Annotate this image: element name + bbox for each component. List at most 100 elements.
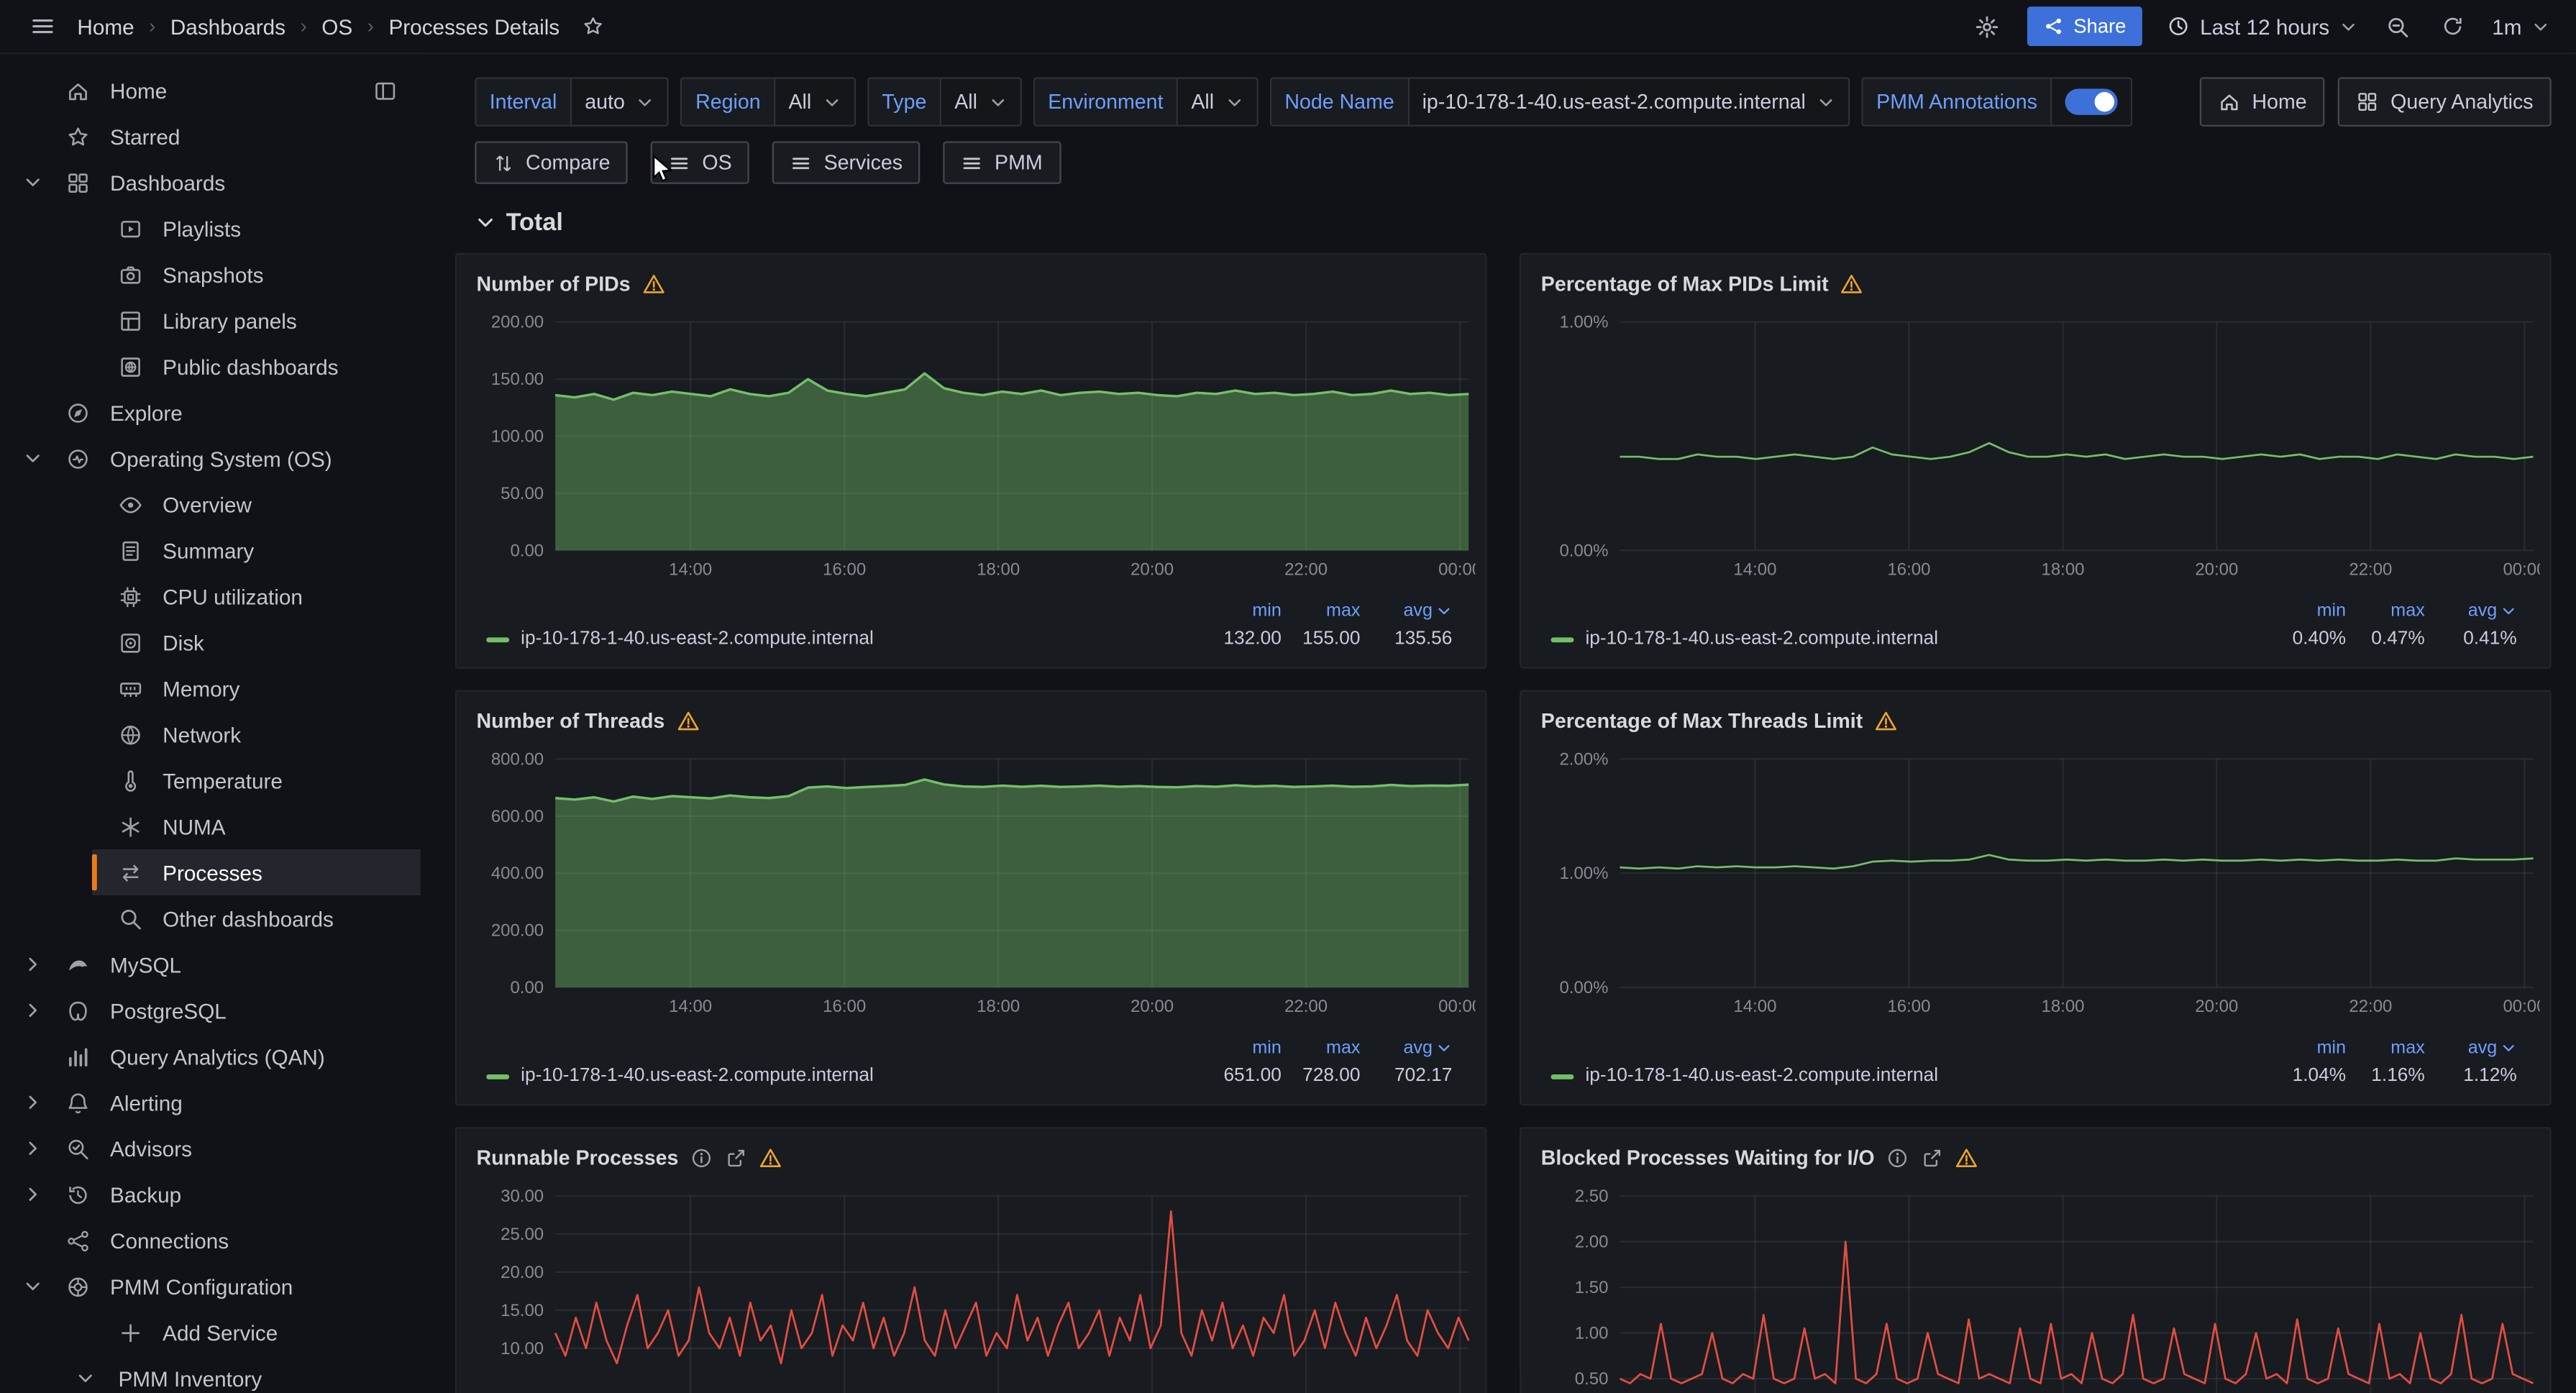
sidebar-item-disk[interactable]: Disk <box>0 619 421 665</box>
info-icon[interactable] <box>1886 1147 1909 1170</box>
filter-value-dropdown[interactable]: All <box>940 77 1022 127</box>
sidebar-item-add-service[interactable]: Add Service <box>0 1310 421 1356</box>
chart-plot[interactable]: 1.00%0.00%14:0016:0018:0020:0022:0000:00 <box>1535 309 2540 588</box>
breadcrumb-home[interactable]: Home <box>77 14 134 38</box>
legend-sort-min[interactable]: min <box>1202 600 1282 620</box>
sidebar-item-advisors[interactable]: Advisors <box>0 1125 421 1172</box>
sidebar-item-query-analytics-qan[interactable]: Query Analytics (QAN) <box>0 1033 421 1079</box>
filter-value-dropdown[interactable]: ip-10-178-1-40.us-east-2.compute.interna… <box>1407 77 1850 127</box>
legend-series-row[interactable]: ip-10-178-1-40.us-east-2.compute.interna… <box>486 623 1452 656</box>
sidebar-item-memory[interactable]: Memory <box>0 665 421 711</box>
chart-plot[interactable]: 200.00150.00100.0050.000.0014:0016:0018:… <box>470 309 1475 588</box>
panel-header[interactable]: Percentage of Max Threads Limit <box>1535 703 2536 739</box>
zoom-out-time-button[interactable] <box>2382 11 2413 42</box>
filter-value-dropdown[interactable]: All <box>1177 77 1259 127</box>
warning-icon[interactable] <box>1874 710 1897 733</box>
breadcrumb-os[interactable]: OS <box>321 14 352 38</box>
sidebar-item-temperature[interactable]: Temperature <box>0 757 421 803</box>
external-link-icon[interactable] <box>724 1147 747 1170</box>
warning-icon[interactable] <box>759 1147 782 1170</box>
warning-icon[interactable] <box>1955 1147 1978 1170</box>
sidebar-item-pmm-inventory[interactable]: PMM Inventory <box>0 1356 421 1393</box>
query-analytics-button[interactable]: Query Analytics <box>2338 77 2552 127</box>
chart-plot[interactable]: 800.00600.00400.00200.000.0014:0016:0018… <box>470 746 1475 1025</box>
sidebar-item-other-dashboards[interactable]: Other dashboards <box>0 895 421 941</box>
panel-header[interactable]: Blocked Processes Waiting for I/O <box>1535 1140 2536 1176</box>
legend-series-row[interactable]: ip-10-178-1-40.us-east-2.compute.interna… <box>1550 1059 2516 1092</box>
sidebar-item-mysql[interactable]: MySQL <box>0 941 421 987</box>
warning-icon[interactable] <box>1840 273 1863 296</box>
services-link-button[interactable]: Services <box>773 141 921 183</box>
section-header-total[interactable]: Total <box>475 209 2551 237</box>
sidebar-item-overview[interactable]: Overview <box>0 481 421 527</box>
legend-series-row[interactable]: ip-10-178-1-40.us-east-2.compute.interna… <box>1550 623 2516 656</box>
breadcrumb-dashboards[interactable]: Dashboards <box>170 14 286 38</box>
warning-icon[interactable] <box>676 710 699 733</box>
filter-value-dropdown[interactable]: auto <box>570 77 670 127</box>
chart-plot[interactable]: 2.00%1.00%0.00%14:0016:0018:0020:0022:00… <box>1535 746 2540 1025</box>
legend-sort-max[interactable]: max <box>1282 1038 1361 1057</box>
sidebar-item-network[interactable]: Network <box>0 711 421 757</box>
sidebar-item-public-dashboards[interactable]: Public dashboards <box>0 343 421 389</box>
sidebar-item-alerting[interactable]: Alerting <box>0 1079 421 1125</box>
external-link-icon[interactable] <box>1921 1147 1944 1170</box>
legend-series-name[interactable]: ip-10-178-1-40.us-east-2.compute.interna… <box>486 1067 1202 1086</box>
menu-toggle-button[interactable] <box>27 10 60 43</box>
os-link-button[interactable]: OS <box>652 141 750 183</box>
sidebar-item-home[interactable]: Home <box>0 68 421 114</box>
legend-sort-max[interactable]: max <box>2346 600 2425 620</box>
filter-value-dropdown[interactable]: All <box>774 77 856 127</box>
info-icon[interactable] <box>690 1147 713 1170</box>
warning-icon[interactable] <box>642 273 665 296</box>
sidebar-item-dashboards[interactable]: Dashboards <box>0 160 421 206</box>
sidebar-item-explore[interactable]: Explore <box>0 389 421 435</box>
sidebar-item-cpu-utilization[interactable]: CPU utilization <box>0 573 421 619</box>
legend-sort-min[interactable]: min <box>1202 1038 1282 1057</box>
panel-header[interactable]: Percentage of Max PIDs Limit <box>1535 266 2536 302</box>
sidebar-item-processes[interactable]: Processes <box>0 849 421 895</box>
pmm-link-button[interactable]: PMM <box>944 141 1061 183</box>
legend-series-name[interactable]: ip-10-178-1-40.us-east-2.compute.interna… <box>1550 1067 2267 1086</box>
breadcrumb-processes-details[interactable]: Processes Details <box>388 14 559 38</box>
chart-plot[interactable]: 2.502.001.501.000.5014:0016:0018:0020:00… <box>1535 1183 2540 1393</box>
sidebar-item-operating-system-os[interactable]: Operating System (OS) <box>0 435 421 481</box>
legend-sort-avg[interactable]: avg <box>2425 600 2517 620</box>
svg-text:30.00: 30.00 <box>501 1187 544 1206</box>
sidebar-item-summary[interactable]: Summary <box>0 527 421 573</box>
panel-header[interactable]: Number of PIDs <box>470 266 1471 302</box>
legend-sort-min[interactable]: min <box>2267 1038 2346 1057</box>
legend-sort-min[interactable]: min <box>2267 600 2346 620</box>
sidebar-item-label: CPU utilization <box>163 584 303 608</box>
refresh-interval-picker[interactable]: 1m <box>2492 14 2549 38</box>
legend-sort-avg[interactable]: avg <box>2425 1038 2517 1057</box>
compare-link-button[interactable]: Compare <box>475 141 628 183</box>
home-button[interactable]: Home <box>2199 77 2324 127</box>
time-range-picker[interactable]: Last 12 hours <box>2167 14 2357 38</box>
legend-sort-max[interactable]: max <box>1282 600 1361 620</box>
panel-header[interactable]: Runnable Processes <box>470 1140 1471 1176</box>
sidebar-item-postgresql[interactable]: PostgreSQL <box>0 987 421 1033</box>
sidebar-item-backup[interactable]: Backup <box>0 1172 421 1218</box>
legend-series-name[interactable]: ip-10-178-1-40.us-east-2.compute.interna… <box>1550 629 2267 649</box>
annotations-toggle[interactable] <box>2065 88 2118 115</box>
sidebar-item-starred[interactable]: Starred <box>0 114 421 160</box>
favorite-star-icon[interactable] <box>577 12 607 41</box>
legend-sort-avg[interactable]: avg <box>1360 600 1452 620</box>
bell-icon <box>65 1090 90 1115</box>
refresh-button[interactable] <box>2438 12 2467 41</box>
dock-icon[interactable] <box>373 78 398 103</box>
panel-header[interactable]: Number of Threads <box>470 703 1471 739</box>
sidebar-item-pmm-configuration[interactable]: PMM Configuration <box>0 1264 421 1310</box>
chart-plot[interactable]: 30.0025.0020.0015.0010.0014:0016:0018:00… <box>470 1183 1475 1393</box>
sidebar-item-playlists[interactable]: Playlists <box>0 206 421 252</box>
legend-sort-max[interactable]: max <box>2346 1038 2425 1057</box>
sidebar-item-numa[interactable]: NUMA <box>0 803 421 849</box>
sidebar-item-connections[interactable]: Connections <box>0 1218 421 1264</box>
sidebar-item-library-panels[interactable]: Library panels <box>0 297 421 343</box>
sidebar-item-snapshots[interactable]: Snapshots <box>0 252 421 298</box>
legend-sort-avg[interactable]: avg <box>1360 1038 1452 1057</box>
share-button[interactable]: Share <box>2027 6 2142 46</box>
legend-series-row[interactable]: ip-10-178-1-40.us-east-2.compute.interna… <box>486 1059 1452 1092</box>
dashboard-settings-button[interactable] <box>1972 11 2003 42</box>
legend-series-name[interactable]: ip-10-178-1-40.us-east-2.compute.interna… <box>486 629 1202 649</box>
